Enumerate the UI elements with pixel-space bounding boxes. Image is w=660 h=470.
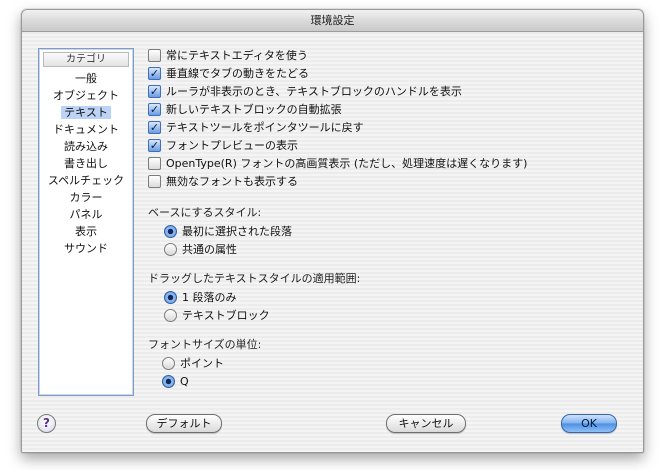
radio-point[interactable]: ポイント — [162, 355, 224, 372]
category-item-export[interactable]: 書き出し — [39, 155, 133, 172]
radio-first-selected-paragraph[interactable]: 最初に選択された段落 — [164, 223, 292, 240]
radio-button[interactable] — [164, 309, 177, 322]
category-item-sound[interactable]: サウンド — [39, 240, 133, 257]
radio-button[interactable] — [164, 291, 177, 304]
checkbox[interactable]: ✓ — [148, 103, 161, 116]
category-item-import[interactable]: 読み込み — [39, 138, 133, 155]
checkbox[interactable] — [148, 175, 161, 188]
option-track-tabs[interactable]: ✓ 垂直線でタブの動きをたどる — [148, 65, 309, 82]
radio-one-paragraph[interactable]: 1 段落のみ — [164, 289, 237, 306]
category-item-general[interactable]: 一般 — [39, 70, 133, 87]
option-font-preview[interactable]: ✓ フォントプレビューの表示 — [148, 137, 298, 154]
radio-button[interactable] — [164, 225, 177, 238]
category-item-panel[interactable]: パネル — [39, 206, 133, 223]
radio-q[interactable]: Q — [162, 373, 189, 390]
option-return-to-pointer[interactable]: ✓ テキストツールをポインタツールに戻す — [148, 119, 364, 136]
option-opentype-hq[interactable]: OpenType(R) フォントの高画質表示 (ただし、処理速度は遅くなります) — [148, 155, 527, 172]
option-show-block-handles[interactable]: ✓ ルーラが非表示のとき、テキストブロックのハンドルを表示 — [148, 83, 462, 100]
checkbox[interactable]: ✓ — [148, 121, 161, 134]
category-item-color[interactable]: カラー — [39, 189, 133, 206]
window-title: 環境設定 — [22, 10, 643, 32]
checkbox[interactable] — [148, 157, 161, 170]
drag-scope-label: ドラッグしたテキストスタイルの適用範囲: — [148, 272, 361, 285]
category-item-spellcheck[interactable]: スペルチェック — [39, 172, 133, 189]
preferences-window: 環境設定 カテゴリ 一般 オブジェクト テキスト ドキュメント 読み込み 書き出… — [21, 9, 644, 453]
help-button[interactable]: ? — [37, 414, 56, 433]
checkbox[interactable]: ✓ — [148, 85, 161, 98]
radio-button[interactable] — [162, 357, 175, 370]
category-list: カテゴリ 一般 オブジェクト テキスト ドキュメント 読み込み 書き出し スペル… — [38, 48, 134, 396]
font-unit-label: フォントサイズの単位: — [148, 338, 262, 351]
radio-text-block[interactable]: テキストブロック — [164, 307, 270, 324]
cancel-button[interactable]: キャンセル — [386, 414, 466, 433]
ok-button[interactable]: OK — [561, 414, 617, 433]
option-use-text-editor[interactable]: 常にテキストエディタを使う — [148, 47, 308, 64]
checkbox[interactable] — [148, 49, 161, 62]
radio-button[interactable] — [162, 375, 175, 388]
checkbox[interactable]: ✓ — [148, 67, 161, 80]
category-item-display[interactable]: 表示 — [39, 223, 133, 240]
checkbox[interactable]: ✓ — [148, 139, 161, 152]
radio-common-attributes[interactable]: 共通の属性 — [164, 241, 237, 258]
category-item-object[interactable]: オブジェクト — [39, 87, 133, 104]
category-list-header: カテゴリ — [43, 52, 129, 67]
radio-button[interactable] — [164, 243, 177, 256]
category-item-document[interactable]: ドキュメント — [39, 121, 133, 138]
option-auto-expand[interactable]: ✓ 新しいテキストブロックの自動拡張 — [148, 101, 342, 118]
option-show-invalid-fonts[interactable]: 無効なフォントも表示する — [148, 173, 298, 190]
default-button[interactable]: デフォルト — [146, 414, 222, 433]
category-item-text[interactable]: テキスト — [39, 104, 133, 121]
base-style-label: ベースにするスタイル: — [148, 206, 262, 219]
